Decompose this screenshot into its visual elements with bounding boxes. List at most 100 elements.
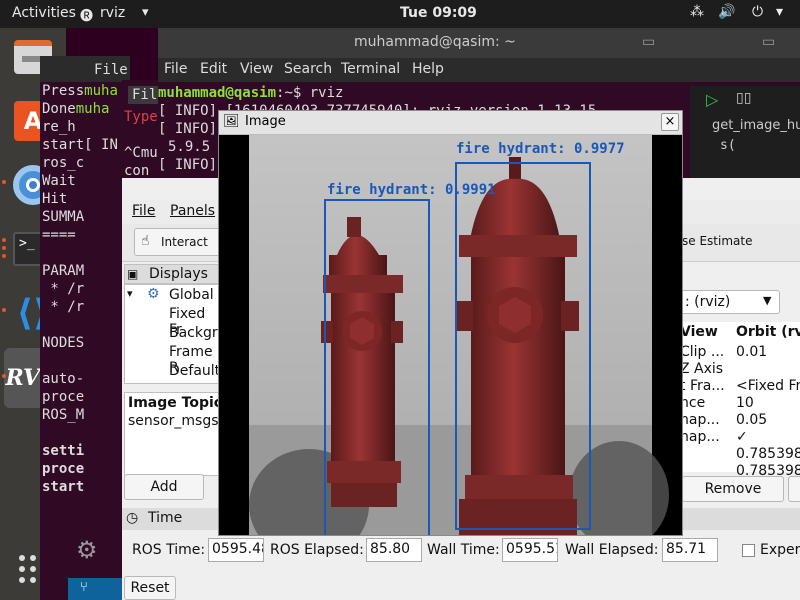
back-terminal-line — [42, 424, 132, 442]
menu-help[interactable]: Help — [412, 61, 444, 77]
close-icon[interactable]: ▭ — [762, 34, 775, 50]
add-display-button[interactable]: Add — [124, 474, 204, 500]
view-prop-value[interactable]: 0.785398 — [736, 446, 800, 462]
back-terminal-line-text: proce — [42, 389, 85, 405]
run-icon[interactable]: ▷ — [706, 90, 718, 109]
back-terminal-window[interactable]: File Pressmuha Donemuha re_h start[ IN ros_c… — [40, 56, 130, 600]
menu-view[interactable]: View — [240, 61, 273, 77]
ros-time-label: ROS Time: — [132, 542, 206, 558]
running-indicator — [2, 238, 6, 242]
top-bar: Activities 🅡 rviz ▾ Tue 09:09 ⁂ 🔊 ⏻ ▾ — [0, 0, 800, 28]
back-terminal-line: ==== — [42, 226, 132, 244]
app-menu-label[interactable]: rviz — [100, 5, 125, 21]
back-terminal-line — [42, 316, 132, 334]
back-terminal-line-text: NODES — [42, 335, 85, 351]
displays-panel-header: ▣ Displays — [124, 264, 220, 284]
activities-button[interactable]: Activities — [12, 5, 76, 21]
power-icon[interactable]: ⏻ — [752, 4, 763, 20]
editor-tab[interactable]: get_image_hu — [712, 118, 800, 133]
back-terminal-line-text: proce — [42, 461, 85, 477]
view-prop-name[interactable]: nce — [680, 395, 705, 411]
view-prop-name[interactable]: Clip ... — [680, 344, 724, 360]
menu-file[interactable]: File — [164, 61, 187, 77]
wall-time-label: Wall Time: — [427, 542, 500, 558]
prompt-command: :~$ rviz — [276, 85, 344, 101]
view-prop-name[interactable]: t Fra... — [680, 378, 725, 394]
monitor-icon: ▣ — [127, 267, 139, 281]
view-prop-value[interactable]: 0.01 — [736, 344, 767, 360]
view-prop-value[interactable]: 0.05 — [736, 412, 767, 428]
view-prop-name[interactable]: hap... — [680, 412, 720, 428]
app-menu-arrow-icon[interactable]: ▾ — [142, 5, 149, 20]
ros-elapsed-field[interactable]: 85.80 — [366, 538, 422, 562]
time-title: Time — [148, 510, 183, 526]
volume-icon[interactable]: 🔊 — [718, 4, 735, 20]
running-indicator — [2, 254, 6, 258]
split-editor-icon[interactable]: ▯▯ — [736, 90, 751, 106]
view-properties[interactable]: View Orbit (rv Clip ... 0.01 Z Axis t Fra..… — [680, 322, 800, 479]
settings-gear-icon[interactable]: ⚙ — [76, 536, 110, 570]
back-terminal-line — [42, 352, 132, 370]
back-terminal-menubar: File — [40, 56, 130, 82]
back-terminal-line-text: SUMMA — [42, 209, 85, 225]
back-terminal-line: setti — [42, 442, 132, 460]
menu-file[interactable]: File — [132, 203, 155, 219]
interact-tool-button[interactable]: ☝ Interact — [134, 228, 224, 256]
close-icon[interactable]: × — [661, 113, 679, 131]
pose-estimate-tool[interactable]: se Estimate — [682, 234, 752, 248]
terminal-titlebar: muhammad@qasim: ~ ▭ ▭ — [158, 28, 800, 58]
reset-button[interactable]: Reset — [124, 576, 176, 600]
hand-icon: ☝ — [141, 233, 150, 249]
image-topic-type: sensor_msgs: — [128, 413, 224, 429]
clock[interactable]: Tue 09:09 — [400, 5, 477, 21]
terminal-menubar: File Edit View Search Terminal Help — [158, 58, 800, 82]
view-prop-value[interactable]: 10 — [736, 395, 754, 411]
ros-time-field[interactable]: 0595.48 — [208, 538, 264, 562]
network-icon[interactable]: ⁂ — [690, 4, 704, 20]
back-terminal-line: proce — [42, 460, 132, 478]
wall-elapsed-field[interactable]: 85.71 — [662, 538, 718, 562]
back-terminal-line-tail: re_h — [42, 119, 76, 135]
back-terminal-line-text: Wait — [42, 173, 76, 189]
rename-view-button[interactable] — [788, 476, 800, 502]
rviz-app-icon: 🅡 — [80, 9, 94, 24]
menu-edit[interactable]: Edit — [200, 61, 227, 77]
view-prop-value[interactable]: <Fixed Fra — [736, 378, 800, 394]
chevron-down-icon: ▼ — [763, 294, 772, 307]
back-terminal-line-text: start — [42, 137, 85, 153]
system-menu-arrow-icon[interactable]: ▾ — [776, 4, 783, 20]
minimize-icon[interactable]: ▭ — [642, 34, 655, 50]
image-window[interactable]: 🖼 Image × fire hydrant: 0.9991 fire hydr… — [218, 110, 683, 536]
experimental-checkbox[interactable] — [742, 544, 755, 557]
expand-arrow-icon[interactable]: ▾ — [127, 287, 133, 300]
back-terminal-text: Pressmuha Donemuha re_h start[ IN ros_c Wait H… — [42, 82, 132, 496]
wall-time-field[interactable]: 0595.51 — [502, 538, 558, 562]
image-window-title: Image — [245, 114, 286, 129]
git-branch-icon[interactable]: ⑂ — [80, 580, 88, 595]
back-terminal-line: auto- — [42, 370, 132, 388]
menu-panels[interactable]: Panels — [170, 203, 215, 219]
menu-terminal[interactable]: Terminal — [341, 61, 400, 77]
menu-file[interactable]: File — [94, 61, 128, 79]
view-prop-name[interactable]: Z Axis — [680, 361, 723, 377]
editor-window-fragment[interactable]: ▷ ▯▯ get_image_hu s( — [690, 86, 800, 178]
editor-code: s( — [720, 138, 736, 153]
view-type-select[interactable]: : (rviz) ▼ — [680, 290, 780, 314]
remove-view-button[interactable]: Remove — [682, 476, 784, 502]
back-terminal-line: PARAM — [42, 262, 132, 280]
back-terminal-line: Pressmuha — [42, 82, 132, 100]
menu-search[interactable]: Search — [284, 61, 332, 77]
tree-item-global-options[interactable]: Global — [169, 287, 214, 303]
view-prop-name[interactable]: hap... — [680, 429, 720, 445]
back-terminal-line-text: setti — [42, 443, 85, 459]
image-window-titlebar: 🖼 Image × — [219, 111, 682, 135]
vscode-statusbar-fragment: ⑂ — [68, 578, 122, 600]
globe-icon: ⚙ — [147, 286, 160, 302]
back-terminal-line-text: * /r — [42, 299, 85, 315]
tree-item-default[interactable]: Default — [169, 363, 220, 379]
displays-tree[interactable]: ▾ ⚙ Global Fixed Fr Backgro Frame R Defa… — [124, 284, 226, 384]
wall-elapsed-label: Wall Elapsed: — [565, 542, 659, 558]
displays-title: Displays — [149, 266, 208, 282]
view-prop-value[interactable]: ✓ — [736, 429, 748, 445]
back-terminal-line-text: start — [42, 479, 85, 495]
